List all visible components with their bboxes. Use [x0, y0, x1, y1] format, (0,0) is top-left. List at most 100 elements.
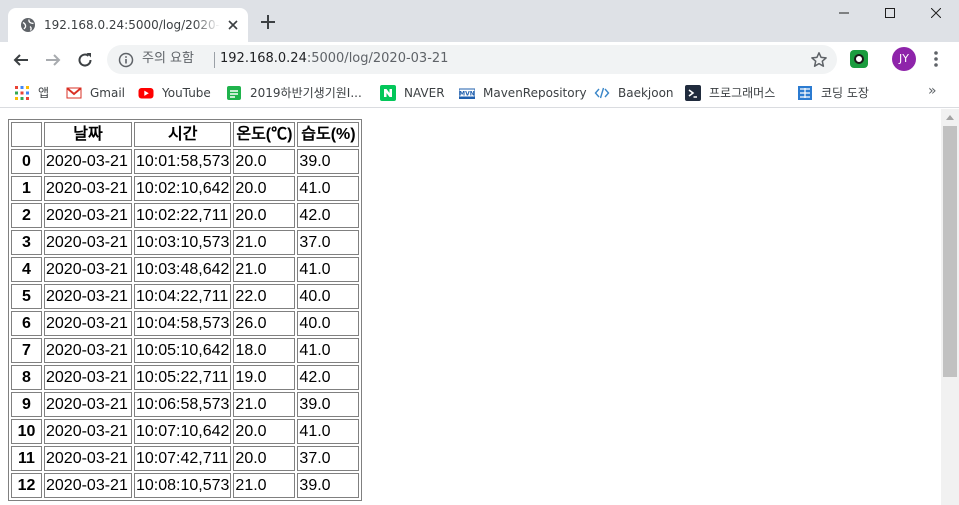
bookmark-label: NAVER: [404, 86, 445, 100]
row-index: 2: [11, 203, 42, 228]
row-index: 4: [11, 257, 42, 282]
cell-temperature: 21.0: [233, 473, 296, 498]
cell-temperature: 20.0: [233, 446, 296, 471]
minimize-button[interactable]: [821, 0, 867, 28]
cell-date: 2020-03-21: [44, 230, 132, 255]
cell-time: 10:05:10,642: [134, 338, 232, 363]
cell-date: 2020-03-21: [44, 338, 132, 363]
url-host: 192.168.0.24: [220, 51, 307, 66]
address-bar[interactable]: 주의 요함 192.168.0.24:5000/log/2020-03-21: [107, 45, 837, 74]
youtube-icon: [138, 88, 154, 99]
cell-humidity: 39.0: [297, 392, 360, 417]
more-menu-icon[interactable]: [928, 50, 944, 68]
extension-icon[interactable]: [850, 50, 868, 68]
info-icon[interactable]: [118, 52, 134, 68]
cell-date: 2020-03-21: [44, 149, 132, 174]
cell-date: 2020-03-21: [44, 203, 132, 228]
table-row: 1 2020-03-21 10:02:10,642 20.0 41.0: [11, 176, 360, 201]
cell-temperature: 22.0: [233, 284, 296, 309]
cell-date: 2020-03-21: [44, 284, 132, 309]
cell-time: 10:04:58,573: [134, 311, 232, 336]
cell-humidity: 40.0: [297, 284, 360, 309]
table-header-row: 날짜 시간 온도(℃) 습도(%): [11, 122, 360, 147]
row-index: 7: [11, 338, 42, 363]
header-time: 시간: [134, 122, 232, 147]
cell-humidity: 41.0: [297, 419, 360, 444]
coding-dojang-icon: [798, 86, 812, 100]
sensor-log-table: 날짜 시간 온도(℃) 습도(%) 0 2020-03-21 10:01:58,57…: [8, 119, 363, 501]
page-content: 날짜 시간 온도(℃) 습도(%) 0 2020-03-21 10:01:58,57…: [0, 109, 941, 505]
globe-icon: [21, 18, 35, 32]
browser-toolbar: 주의 요함 192.168.0.24:5000/log/2020-03-21 J…: [0, 42, 959, 78]
header-index: [11, 122, 42, 147]
row-index: 5: [11, 284, 42, 309]
cell-humidity: 41.0: [297, 257, 360, 282]
table-row: 8 2020-03-21 10:05:22,711 19.0 42.0: [11, 365, 360, 390]
table-row: 3 2020-03-21 10:03:10,573 21.0 37.0: [11, 230, 360, 255]
cell-temperature: 21.0: [233, 230, 296, 255]
profile-avatar[interactable]: JY: [892, 47, 916, 71]
cell-humidity: 37.0: [297, 446, 360, 471]
maven-icon: MVN: [459, 88, 475, 99]
vertical-scrollbar[interactable]: [941, 109, 959, 505]
cell-humidity: 42.0: [297, 365, 360, 390]
row-index: 10: [11, 419, 42, 444]
back-button[interactable]: [10, 49, 32, 71]
cell-time: 10:02:22,711: [134, 203, 232, 228]
cell-humidity: 41.0: [297, 338, 360, 363]
cell-humidity: 39.0: [297, 149, 360, 174]
header-humidity: 습도(%): [297, 122, 360, 147]
maximize-button[interactable]: [867, 0, 913, 28]
browser-tab[interactable]: 192.168.0.24:5000/log/2020-03-21: [8, 8, 248, 42]
green-document-icon: [227, 86, 241, 100]
bookmark-label: 2019하반기생기원I...: [250, 86, 362, 100]
bookmark-label: 프로그래머스: [709, 86, 776, 100]
cell-time: 10:03:10,573: [134, 230, 232, 255]
cell-temperature: 26.0: [233, 311, 296, 336]
forward-arrow-icon: [46, 54, 61, 66]
reload-icon: [78, 53, 92, 67]
bookmark-label: 앱: [38, 86, 50, 100]
svg-text:MVN: MVN: [459, 91, 475, 98]
cell-time: 10:08:10,573: [134, 473, 232, 498]
bookmark-label: 코딩 도장: [821, 86, 869, 100]
bookmark-star-icon[interactable]: [810, 51, 828, 69]
table-row: 0 2020-03-21 10:01:58,573 20.0 39.0: [11, 149, 360, 174]
scroll-up-arrow-icon[interactable]: [946, 115, 954, 120]
row-index: 11: [11, 446, 42, 471]
url-text[interactable]: 192.168.0.24:5000/log/2020-03-21: [220, 51, 448, 67]
header-date: 날짜: [44, 122, 132, 147]
bookmarks-bar: 앱 Gmail YouTube 2019하반기생기원I... NAVER MVN: [0, 78, 959, 108]
cell-temperature: 19.0: [233, 365, 296, 390]
bookmarks-overflow-chevron-icon[interactable]: »: [928, 83, 944, 101]
cell-temperature: 18.0: [233, 338, 296, 363]
table-row: 7 2020-03-21 10:05:10,642 18.0 41.0: [11, 338, 360, 363]
forward-button[interactable]: [42, 49, 64, 71]
cell-time: 10:04:22,711: [134, 284, 232, 309]
cell-temperature: 20.0: [233, 419, 296, 444]
cell-temperature: 20.0: [233, 149, 296, 174]
row-index: 3: [11, 230, 42, 255]
security-warning-text[interactable]: 주의 요함: [142, 51, 194, 67]
cell-date: 2020-03-21: [44, 365, 132, 390]
tab-close-icon[interactable]: [226, 18, 240, 32]
cell-temperature: 20.0: [233, 203, 296, 228]
row-index: 12: [11, 473, 42, 498]
row-index: 0: [11, 149, 42, 174]
apps-grid-icon: [15, 86, 29, 100]
close-window-button[interactable]: [913, 0, 959, 28]
programmers-icon: [685, 85, 701, 101]
cell-temperature: 21.0: [233, 392, 296, 417]
cell-humidity: 39.0: [297, 473, 360, 498]
scrollbar-thumb[interactable]: [943, 126, 957, 377]
bookmark-label: Baekjoon: [618, 86, 674, 100]
row-index: 6: [11, 311, 42, 336]
table-row: 2 2020-03-21 10:02:22,711 20.0 42.0: [11, 203, 360, 228]
cell-date: 2020-03-21: [44, 176, 132, 201]
cell-humidity: 42.0: [297, 203, 360, 228]
new-tab-plus-icon[interactable]: [259, 13, 277, 31]
cell-date: 2020-03-21: [44, 392, 132, 417]
reload-button[interactable]: [74, 49, 96, 71]
bookmark-label: Gmail: [90, 86, 126, 100]
cell-time: 10:07:10,642: [134, 419, 232, 444]
